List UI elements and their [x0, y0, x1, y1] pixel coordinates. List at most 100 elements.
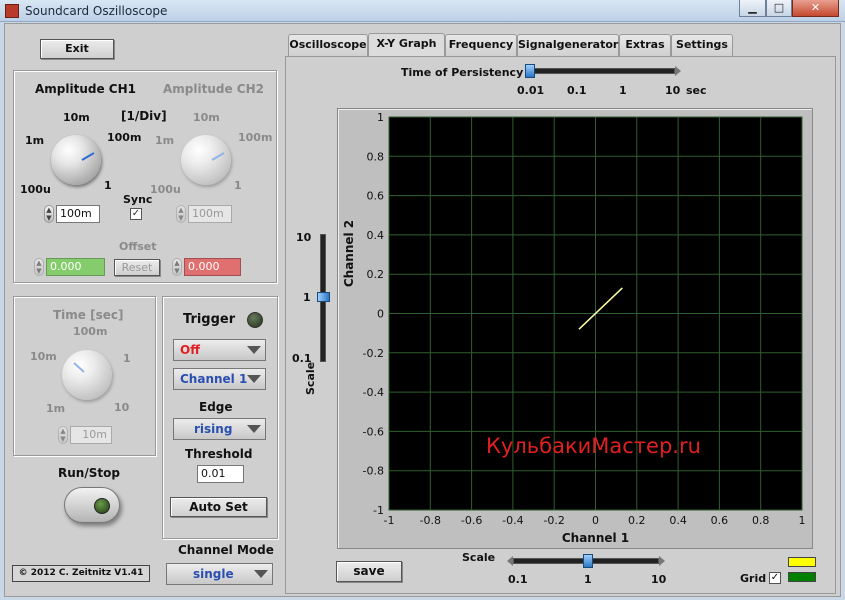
run-led-icon [94, 498, 110, 514]
amp2-value-field: 100m [188, 205, 232, 223]
channel-mode-dropdown[interactable]: single [166, 563, 273, 585]
y-tick-label: 0.4 [367, 229, 385, 242]
knob-indicator [211, 152, 225, 161]
hscale-tick-0.1: 0.1 [508, 573, 528, 586]
amp2-tick-1: 1 [234, 179, 242, 192]
amp2-spinner: ▲ ▼ [176, 205, 186, 223]
amp2-tick-10m: 10m [193, 111, 220, 124]
exit-button[interactable]: Exit [40, 39, 114, 59]
time-tick-10m: 10m [30, 350, 57, 363]
edge-dropdown[interactable]: rising [173, 418, 266, 440]
time-tick-1: 1 [123, 352, 131, 365]
amp1-tick-1: 1 [104, 179, 112, 192]
amp1-spinner[interactable]: ▲ ▼ [44, 205, 54, 223]
y-axis-label: Channel 2 [342, 220, 356, 287]
hscale-tick-1: 1 [584, 573, 592, 586]
persistency-slider[interactable] [525, 68, 675, 74]
xy-plot[interactable]: -1 -0.8 -0.6 -0.4 -0.2 0 0.2 0.4 0.6 0.8 1 1 0.8 0.6 0… [337, 108, 813, 549]
amp-unit-label: [1/Div] [121, 109, 167, 123]
amp1-value-field[interactable]: 100m [56, 205, 100, 223]
x-tick-label: -0.2 [543, 514, 564, 527]
x-tick-label: -0.6 [461, 514, 482, 527]
tab-settings[interactable]: Settings [671, 34, 733, 56]
tab-oscilloscope[interactable]: Oscilloscope [288, 34, 368, 56]
amp1-tick-10m: 10m [63, 111, 90, 124]
y-tick-label: -1 [373, 504, 384, 517]
time-spinner: ▲ ▼ [58, 426, 68, 444]
y-tick-label: -0.8 [363, 465, 384, 478]
watermark-text: КульбакиМастер.ru [486, 434, 701, 458]
amp1-tick-100m: 100m [107, 131, 142, 144]
x-tick-label: 1 [799, 514, 806, 527]
maximize-button[interactable]: □ [766, 0, 792, 17]
horizontal-scale-thumb[interactable] [583, 554, 593, 568]
tab-xy-graph[interactable]: X-Y Graph [368, 33, 445, 57]
copyright-label: © 2012 C. Zeitnitz V1.41 [12, 565, 150, 582]
hscale-tick-10: 10 [651, 573, 667, 586]
tab-frequency[interactable]: Frequency [445, 34, 517, 56]
y-tick-label: 0.6 [367, 190, 385, 203]
x-tick-label: -0.4 [502, 514, 523, 527]
slider-end-icon [675, 66, 681, 76]
amp1-tick-100u: 100u [20, 183, 51, 196]
y-tick-label: -0.4 [363, 386, 384, 399]
offset-ch2-field: 0.000 [184, 258, 241, 276]
tab-extras[interactable]: Extras [619, 34, 671, 56]
time-tick-1m: 1m [46, 402, 66, 415]
threshold-label: Threshold [185, 447, 253, 461]
horizontal-scale-label: Scale [462, 551, 496, 564]
minimize-button[interactable]: ▁ [739, 0, 766, 17]
time-tick-10: 10 [114, 401, 130, 414]
run-stop-label: Run/Stop [58, 466, 120, 480]
grid-label: Grid [740, 572, 767, 585]
time-value-field: 10m [70, 426, 112, 444]
time-knob [62, 350, 112, 400]
amp2-tick-100m: 100m [238, 131, 273, 144]
y-tick-label: -0.2 [363, 347, 384, 360]
title-bar: Soundcard Oszilloscope ▁ □ ✕ [0, 0, 845, 22]
slider-end-icon [659, 556, 665, 566]
save-button[interactable]: save [336, 561, 402, 582]
trigger-channel-dropdown[interactable]: Channel 1 [173, 368, 266, 390]
chevron-down-icon [247, 346, 261, 354]
run-stop-button[interactable] [64, 487, 120, 523]
persistency-slider-thumb[interactable] [525, 64, 535, 78]
chevron-down-icon [247, 425, 261, 433]
persistency-label: Time of Persistency [401, 66, 524, 79]
offset-label: Offset [119, 240, 157, 253]
vscale-tick-10: 10 [296, 231, 312, 244]
y-tick-label: 0.8 [367, 150, 385, 163]
edge-label: Edge [199, 400, 233, 414]
offset1-spinner: ▲ ▼ [34, 258, 44, 276]
trigger-mode-value: Off [180, 343, 200, 357]
x-tick-label: -0.8 [420, 514, 441, 527]
vertical-scale-thumb[interactable] [317, 292, 330, 302]
offset2-spinner: ▲ ▼ [172, 258, 182, 276]
grid-checkbox[interactable]: ✓ [769, 572, 781, 584]
knob-indicator [73, 362, 85, 373]
edge-value: rising [194, 422, 233, 436]
y-tick-label: -0.6 [363, 425, 384, 438]
knob-indicator [81, 152, 95, 161]
x-tick-label: 0.8 [752, 514, 770, 527]
threshold-field[interactable]: 0.01 [197, 465, 244, 483]
amp1-tick-1m: 1m [25, 134, 45, 147]
amplitude-ch1-knob[interactable] [51, 135, 101, 185]
y-tick-label: 0.2 [367, 268, 385, 281]
sync-checkbox[interactable]: ✓ [130, 208, 142, 220]
x-tick-label: 0.4 [669, 514, 687, 527]
x-tick-label: 0.6 [711, 514, 729, 527]
trace-color-swatch[interactable] [788, 557, 816, 567]
tab-signalgenerator[interactable]: Signalgenerator [517, 34, 619, 56]
y-tick-label: 0 [377, 308, 384, 321]
grid-color-swatch[interactable] [788, 572, 816, 582]
auto-set-button[interactable]: Auto Set [170, 497, 267, 517]
persist-unit: sec [686, 84, 707, 97]
app-icon [5, 4, 19, 18]
x-axis-label: Channel 1 [562, 531, 629, 545]
trigger-mode-dropdown[interactable]: Off [173, 339, 266, 361]
close-button[interactable]: ✕ [792, 0, 839, 17]
vertical-scale-label: Scale [304, 361, 317, 395]
amp-ch2-title: Amplitude CH2 [163, 82, 264, 96]
reset-button: Reset [114, 259, 160, 276]
